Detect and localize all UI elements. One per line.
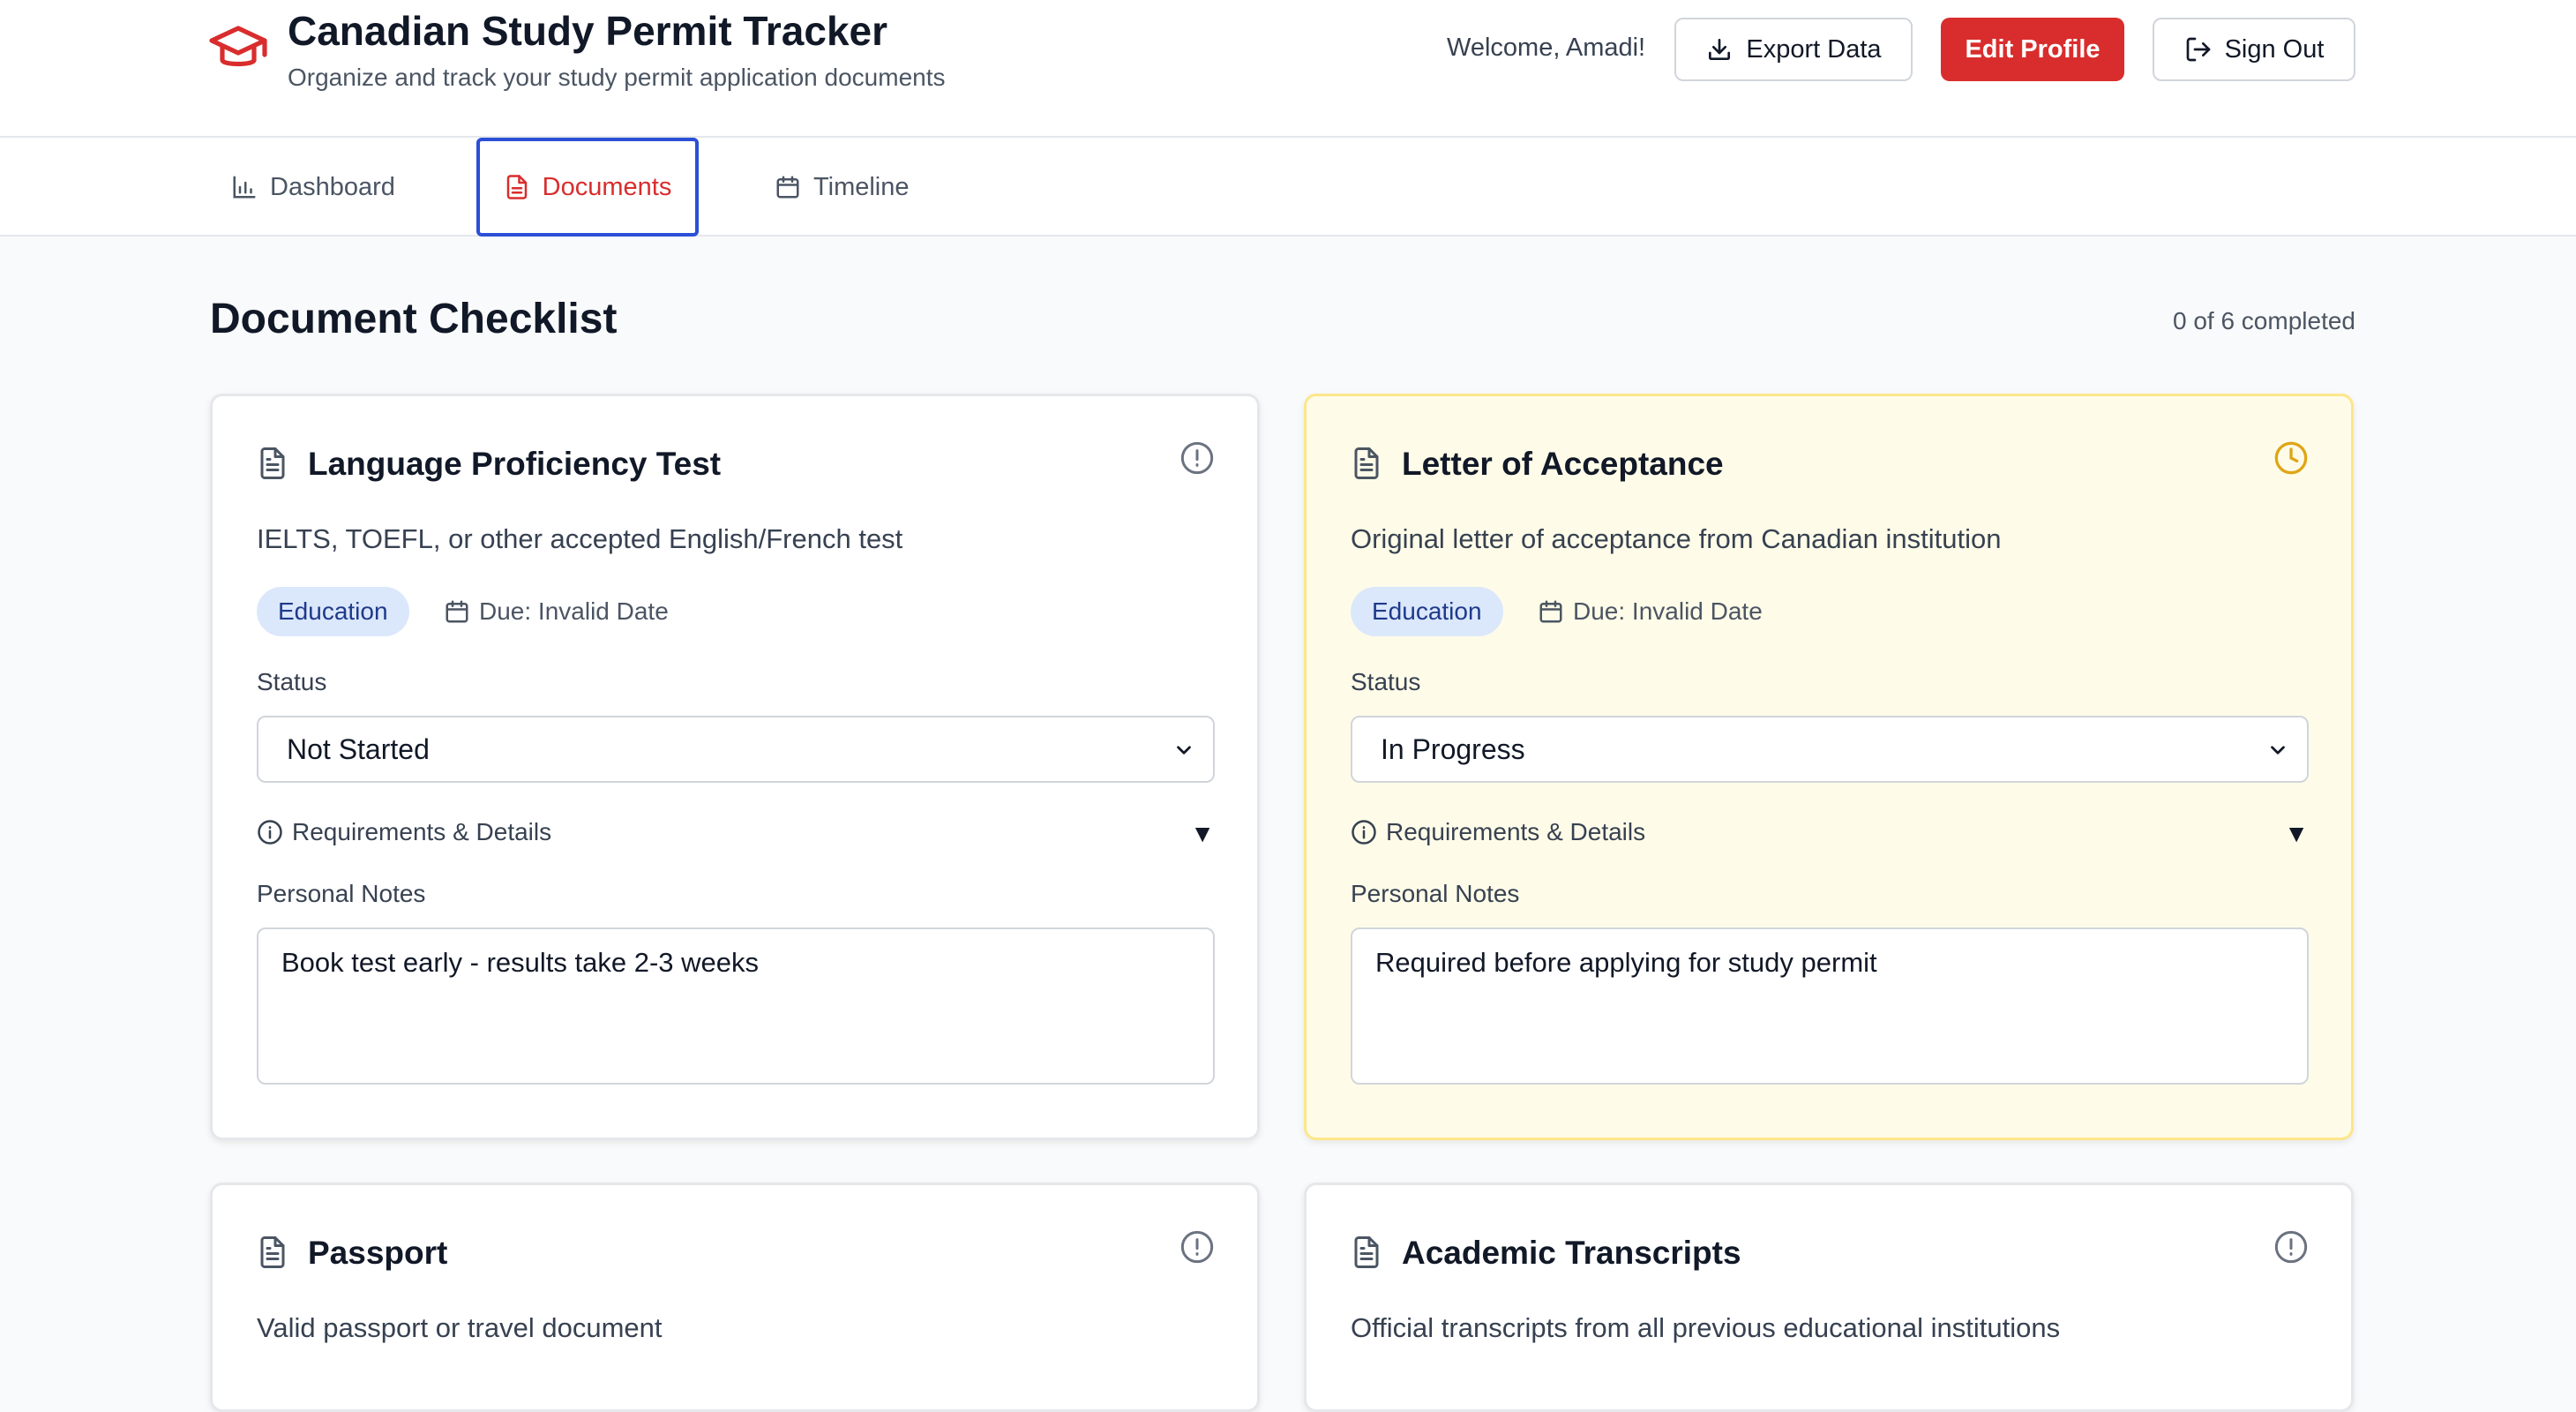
tab-timeline-label: Timeline [813,172,910,201]
status-label: Status [1351,668,1421,695]
calendar-icon [446,600,468,623]
requirements-toggle[interactable]: Requirements & Details ▼ [257,815,1215,850]
edit-profile-button[interactable]: Edit Profile [1941,18,2124,81]
file-icon [1354,1236,1379,1268]
document-title: Letter of Acceptance [1402,446,1724,482]
status-select[interactable]: Not Started [257,716,1215,783]
notes-label: Personal Notes [1351,880,1520,907]
tab-documents-label: Documents [542,172,672,201]
due-date: Due: Invalid Date [444,597,669,626]
welcome-text: Welcome, Amadi! [1447,34,1646,62]
personal-notes-textarea[interactable]: Required before applying for study permi… [1351,928,2309,1085]
info-icon [1352,820,1376,845]
log-out-icon [2186,37,2210,62]
status-label: Status [257,668,327,695]
document-description: IELTS, TOEFL, or other accepted English/… [257,523,903,554]
clock-icon [2274,441,2308,475]
tab-documents[interactable]: Documents [476,138,699,237]
file-icon [260,1236,285,1268]
document-title: Language Proficiency Test [308,446,722,482]
completed-count: 0 of 6 completed [2172,307,2355,334]
document-card: Letter of Acceptance Original letter of … [1304,394,2354,1140]
calendar-icon [1539,600,1562,623]
requirements-toggle[interactable]: Requirements & Details ▼ [1351,815,2309,850]
due-date-text: Due: Invalid Date [479,597,669,625]
tab-dashboard-label: Dashboard [270,172,395,201]
document-card: Academic Transcripts Official transcript… [1304,1183,2354,1412]
document-description: Valid passport or travel document [257,1312,663,1343]
status-select[interactable]: In Progress [1351,716,2309,783]
sign-out-label: Sign Out [2224,34,2325,64]
edit-profile-label: Edit Profile [1965,34,2100,64]
calendar-icon [776,176,799,199]
info-icon [258,820,282,845]
category-badge: Education [1351,587,1503,636]
file-icon [506,175,527,199]
document-description: Official transcripts from all previous e… [1351,1312,2061,1343]
tab-bar: Dashboard Documents Timeline [0,138,2576,237]
document-card: Language Proficiency Test IELTS, TOEFL, … [210,394,1260,1140]
app-subtitle: Organize and track your study permit app… [288,64,946,91]
export-data-button[interactable]: Export Data [1674,18,1913,81]
alert-circle-icon [1180,1230,1214,1264]
tab-timeline[interactable]: Timeline [755,139,929,235]
sign-out-button[interactable]: Sign Out [2153,18,2355,81]
alert-circle-icon [1180,441,1214,475]
document-title: Passport [308,1235,448,1271]
category-badge: Education [257,587,409,636]
requirements-label: Requirements & Details [1386,818,1646,845]
due-date-text: Due: Invalid Date [1573,597,1763,625]
expand-triangle-icon: ▼ [2284,820,2309,847]
app-title: Canadian Study Permit Tracker [288,8,888,54]
status-value: Not Started [287,732,430,765]
app-header: Canadian Study Permit Tracker Organize a… [0,0,2576,138]
export-data-label: Export Data [1746,34,1882,64]
bar-chart-icon [233,176,256,199]
chevron-down-icon [2271,746,2285,755]
download-icon [1709,39,1731,60]
status-value: In Progress [1381,732,1525,765]
graduation-cap-icon [209,26,267,67]
personal-notes-textarea[interactable]: Book test early - results take 2-3 weeks [257,928,1215,1085]
file-icon [260,447,285,479]
document-description: Original letter of acceptance from Canad… [1351,523,2002,554]
document-card: Passport Valid passport or travel docume… [210,1183,1260,1412]
notes-label: Personal Notes [257,880,426,907]
due-date: Due: Invalid Date [1538,597,1763,626]
tab-dashboard[interactable]: Dashboard [212,139,415,235]
page-title: Document Checklist [210,296,618,342]
requirements-label: Requirements & Details [292,818,552,845]
alert-circle-icon [2274,1230,2308,1264]
expand-triangle-icon: ▼ [1190,820,1215,847]
file-icon [1354,447,1379,479]
document-title: Academic Transcripts [1402,1235,1741,1271]
chevron-down-icon [1177,746,1191,755]
